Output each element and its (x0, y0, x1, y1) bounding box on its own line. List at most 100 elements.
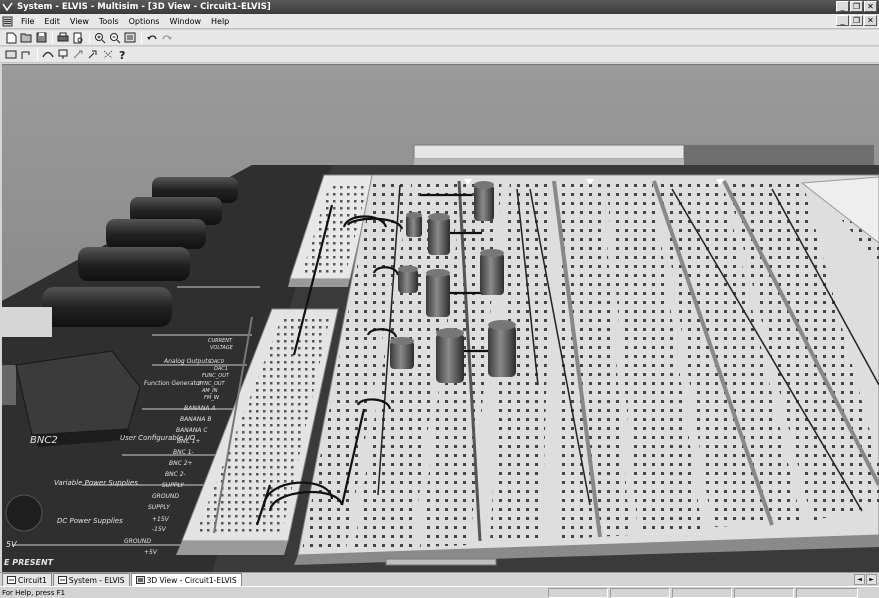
application-window: System - ELVIS - Multisim - [3D View - C… (0, 0, 879, 598)
tab-system-elvis[interactable]: System - ELVIS (52, 573, 130, 586)
label-voltage: VOLTAGE (210, 345, 234, 351)
bnc2-label: BNC2 (30, 435, 58, 446)
label-function-generator: Function Generator (144, 380, 203, 387)
menu-view[interactable]: View (65, 17, 94, 26)
menu-help[interactable]: Help (206, 17, 234, 26)
elvis-3d-scene[interactable]: BNC2 User Configurable I/O Variable Powe… (2, 65, 879, 572)
status-pane-3 (672, 587, 732, 598)
label-bnc2-neg: BNC 2- (165, 471, 186, 478)
power-knob (5, 494, 43, 532)
main-breadboard (294, 174, 879, 565)
menu-bar: File Edit View Tools Options Window Help (0, 14, 879, 29)
menu-options[interactable]: Options (124, 17, 165, 26)
label-sync-out: SYNC_OUT (198, 381, 226, 387)
label-dc-supplies: DC Power Supplies (57, 517, 123, 525)
document-tabs: Circuit1 System - ELVIS 3D View - Circui… (0, 572, 879, 586)
tab-label: System - ELVIS (68, 575, 125, 585)
tool-icon[interactable] (71, 48, 85, 61)
save-icon[interactable] (34, 31, 48, 44)
label-dac1: DAC1 (214, 366, 228, 372)
place-icon[interactable] (86, 48, 100, 61)
label-e-present: E PRESENT (4, 558, 54, 567)
label-bnc2-pos: BNC 2+ (169, 460, 193, 467)
component-icon[interactable] (4, 48, 18, 61)
label-bnc1-neg: BNC 1- (173, 449, 194, 456)
tab-scroll-right-button[interactable]: ► (866, 574, 877, 585)
label-dac0: DAC0 (210, 359, 224, 365)
status-text: For Help, press F1 (2, 588, 66, 597)
view-toolbar: ? (0, 47, 879, 63)
tab-label: 3D View - Circuit1-ELVIS (146, 575, 237, 585)
title-bar: System - ELVIS - Multisim - [3D View - C… (0, 0, 879, 14)
tab-circuit1[interactable]: Circuit1 (2, 573, 52, 586)
zoom-out-icon[interactable] (108, 31, 122, 44)
menu-window[interactable]: Window (164, 17, 206, 26)
status-pane-4 (734, 587, 794, 598)
tab-3d-view[interactable]: 3D View - Circuit1-ELVIS (130, 573, 242, 586)
standard-toolbar (0, 30, 879, 46)
3d-view-icon (135, 576, 145, 584)
print-preview-icon[interactable] (71, 31, 85, 44)
label-banana-b: BANANA B (180, 416, 211, 423)
capacitor-8 (436, 328, 464, 383)
wire-icon[interactable] (19, 48, 33, 61)
restore-button[interactable]: ❐ (850, 1, 863, 12)
label-plus15v: +15V (152, 516, 170, 523)
svg-text:?: ? (119, 49, 125, 61)
status-pane-1 (548, 587, 608, 598)
mdi-minimize-button[interactable]: _ (836, 15, 849, 26)
window-title: System - ELVIS - Multisim - [3D View - C… (17, 2, 271, 12)
open-icon[interactable] (19, 31, 33, 44)
capacitor-7 (390, 337, 414, 369)
board-edge-slot (385, 558, 497, 566)
label-fm-in: FM_IN (204, 395, 219, 401)
label-5v: 5V (6, 540, 17, 549)
tab-scroll-left-button[interactable]: ◄ (854, 574, 865, 585)
capacitor-3 (474, 181, 494, 221)
label-supply-1: SUPPLY (162, 482, 185, 489)
schematic-icon (57, 576, 67, 584)
label-func-out: FUNC_OUT (202, 373, 230, 379)
measure-icon[interactable] (41, 48, 55, 61)
label-plus5v: +5V (144, 549, 158, 556)
label-variable-supplies: Variable Power Supplies (54, 479, 138, 487)
cross-icon[interactable] (101, 48, 115, 61)
capacitor-1 (406, 212, 422, 237)
redo-icon[interactable] (160, 31, 174, 44)
new-icon[interactable] (4, 31, 18, 44)
schematic-icon (7, 576, 16, 584)
menu-edit[interactable]: Edit (39, 17, 65, 26)
menu-file[interactable]: File (16, 17, 39, 26)
label-banana-a: BANANA A (184, 405, 215, 412)
document-icon[interactable] (2, 16, 13, 27)
zoom-area-icon[interactable] (123, 31, 137, 44)
label-supply-2: SUPPLY (148, 504, 171, 511)
label-bnc1-pos: BNC 1+ (177, 438, 201, 445)
capacitor-4 (398, 265, 418, 293)
app-icon[interactable] (2, 2, 13, 12)
label-ground-2: GROUND (124, 538, 151, 545)
zoom-in-icon[interactable] (93, 31, 107, 44)
label-banana-c: BANANA C (176, 427, 208, 434)
capacitor-5 (426, 269, 450, 317)
close-button[interactable]: ✕ (864, 1, 877, 12)
probe-icon[interactable] (56, 48, 70, 61)
help-icon[interactable]: ? (116, 48, 130, 61)
status-pane-2 (610, 587, 670, 598)
label-ground-1: GROUND (152, 493, 179, 500)
mdi-restore-button[interactable]: ❐ (850, 15, 863, 26)
capacitor-2 (428, 213, 450, 255)
label-am-in: AM_IN (201, 388, 218, 394)
label-minus15v: -15V (152, 526, 167, 533)
undo-icon[interactable] (145, 31, 159, 44)
status-pane-5 (796, 587, 858, 598)
print-icon[interactable] (56, 31, 70, 44)
label-current: CURRENT (208, 338, 233, 344)
status-bar: For Help, press F1 (0, 586, 879, 598)
mdi-close-button[interactable]: ✕ (864, 15, 877, 26)
minimize-button[interactable]: _ (836, 1, 849, 12)
3d-view-canvas[interactable]: BNC2 User Configurable I/O Variable Powe… (2, 64, 879, 572)
capacitor-9 (488, 320, 516, 377)
label-analog-outputs: Analog Outputs (163, 358, 211, 365)
menu-tools[interactable]: Tools (94, 17, 124, 26)
